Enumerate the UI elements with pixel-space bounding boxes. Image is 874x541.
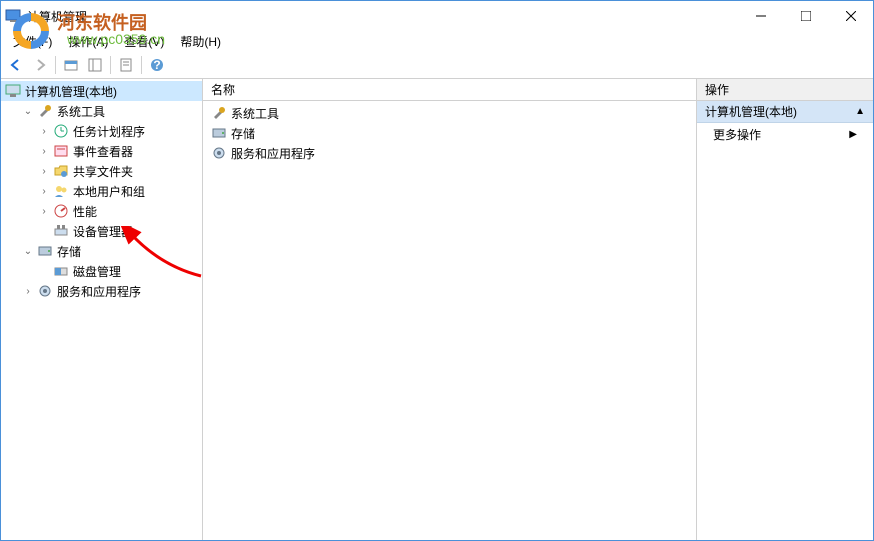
- minimize-button[interactable]: [738, 1, 783, 31]
- tree-storage[interactable]: ⌄ 存储: [1, 241, 202, 261]
- list-item[interactable]: 服务和应用程序: [207, 143, 692, 163]
- expand-icon[interactable]: ›: [21, 284, 35, 298]
- event-icon: [53, 143, 69, 159]
- expand-icon[interactable]: ›: [37, 204, 51, 218]
- spacer: [37, 224, 51, 238]
- device-icon: [53, 223, 69, 239]
- toolbar-separator: [141, 56, 142, 74]
- tree-system-tools-label: 系统工具: [57, 103, 105, 120]
- content-area: 计算机管理(本地) ⌄ 系统工具 › 任务计划程序 › 事件查看器 › 共享文件: [1, 79, 873, 540]
- tree-performance[interactable]: › 性能: [1, 201, 202, 221]
- list-item-label: 服务和应用程序: [231, 145, 315, 162]
- tree-disk-mgmt[interactable]: 磁盘管理: [1, 261, 202, 281]
- tree-disk-mgmt-label: 磁盘管理: [73, 263, 121, 280]
- computer-icon: [5, 83, 21, 99]
- collapse-section-icon: ▲: [855, 106, 865, 117]
- menu-file[interactable]: 文件(F): [7, 31, 58, 52]
- app-icon: [5, 8, 21, 24]
- tree-event-viewer-label: 事件查看器: [73, 143, 133, 160]
- tree-services-apps-label: 服务和应用程序: [57, 283, 141, 300]
- storage-icon: [37, 243, 53, 259]
- action-more[interactable]: 更多操作 ▶: [697, 123, 873, 145]
- spacer: [37, 264, 51, 278]
- actions-pane: 操作 计算机管理(本地) ▲ 更多操作 ▶: [697, 79, 873, 540]
- tree-pane: 计算机管理(本地) ⌄ 系统工具 › 任务计划程序 › 事件查看器 › 共享文件: [1, 79, 203, 540]
- tools-icon: [37, 103, 53, 119]
- users-icon: [53, 183, 69, 199]
- menu-help[interactable]: 帮助(H): [174, 31, 227, 52]
- tree-local-users[interactable]: › 本地用户和组: [1, 181, 202, 201]
- list-body: 系统工具 存储 服务和应用程序: [203, 101, 696, 165]
- maximize-button[interactable]: [783, 1, 828, 31]
- back-button[interactable]: [5, 54, 27, 76]
- services-icon: [211, 145, 227, 161]
- tools-icon: [211, 105, 227, 121]
- svg-text:?: ?: [153, 58, 160, 72]
- menubar: 文件(F) 操作(A) 查看(V) 帮助(H): [1, 31, 873, 51]
- up-button[interactable]: [60, 54, 82, 76]
- action-more-label: 更多操作: [713, 126, 761, 143]
- list-header: 名称: [203, 79, 696, 101]
- actions-header-label: 操作: [705, 81, 729, 98]
- show-hide-tree-button[interactable]: [84, 54, 106, 76]
- tree-storage-label: 存储: [57, 243, 81, 260]
- tree-shared-folders-label: 共享文件夹: [73, 163, 133, 180]
- tree-device-manager[interactable]: 设备管理器: [1, 221, 202, 241]
- submenu-arrow-icon: ▶: [849, 129, 857, 140]
- list-item[interactable]: 系统工具: [207, 103, 692, 123]
- storage-icon: [211, 125, 227, 141]
- list-item-label: 存储: [231, 125, 255, 142]
- performance-icon: [53, 203, 69, 219]
- list-item[interactable]: 存储: [207, 123, 692, 143]
- tree-task-scheduler-label: 任务计划程序: [73, 123, 145, 140]
- tree-system-tools[interactable]: ⌄ 系统工具: [1, 101, 202, 121]
- actions-header: 操作: [697, 79, 873, 101]
- menu-action[interactable]: 操作(A): [62, 31, 114, 52]
- toolbar-separator: [55, 56, 56, 74]
- properties-button[interactable]: [115, 54, 137, 76]
- tree-services-apps[interactable]: › 服务和应用程序: [1, 281, 202, 301]
- tree-event-viewer[interactable]: › 事件查看器: [1, 141, 202, 161]
- col-name[interactable]: 名称: [211, 81, 255, 98]
- collapse-icon[interactable]: ⌄: [21, 244, 35, 258]
- toolbar-separator: [110, 56, 111, 74]
- expand-icon[interactable]: ›: [37, 124, 51, 138]
- tree-root[interactable]: 计算机管理(本地): [1, 81, 202, 101]
- clock-icon: [53, 123, 69, 139]
- actions-section[interactable]: 计算机管理(本地) ▲: [697, 101, 873, 123]
- forward-button[interactable]: [29, 54, 51, 76]
- collapse-icon[interactable]: ⌄: [21, 104, 35, 118]
- expand-icon[interactable]: ›: [37, 144, 51, 158]
- titlebar: 计算机管理: [1, 1, 873, 31]
- toolbar: ?: [1, 51, 873, 79]
- list-item-label: 系统工具: [231, 105, 279, 122]
- expand-icon[interactable]: ›: [37, 164, 51, 178]
- tree-device-manager-label: 设备管理器: [73, 223, 133, 240]
- services-icon: [37, 283, 53, 299]
- list-pane: 名称 系统工具 存储 服务和应用程序: [203, 79, 697, 540]
- help-button[interactable]: ?: [146, 54, 168, 76]
- menu-view[interactable]: 查看(V): [118, 31, 170, 52]
- folder-share-icon: [53, 163, 69, 179]
- close-button[interactable]: [828, 1, 873, 31]
- tree-shared-folders[interactable]: › 共享文件夹: [1, 161, 202, 181]
- expand-icon[interactable]: ›: [37, 184, 51, 198]
- actions-section-label: 计算机管理(本地): [705, 103, 797, 120]
- disk-icon: [53, 263, 69, 279]
- tree: 计算机管理(本地) ⌄ 系统工具 › 任务计划程序 › 事件查看器 › 共享文件: [1, 79, 202, 303]
- window-title: 计算机管理: [27, 8, 738, 25]
- tree-performance-label: 性能: [73, 203, 97, 220]
- tree-task-scheduler[interactable]: › 任务计划程序: [1, 121, 202, 141]
- tree-root-label: 计算机管理(本地): [25, 83, 117, 100]
- tree-local-users-label: 本地用户和组: [73, 183, 145, 200]
